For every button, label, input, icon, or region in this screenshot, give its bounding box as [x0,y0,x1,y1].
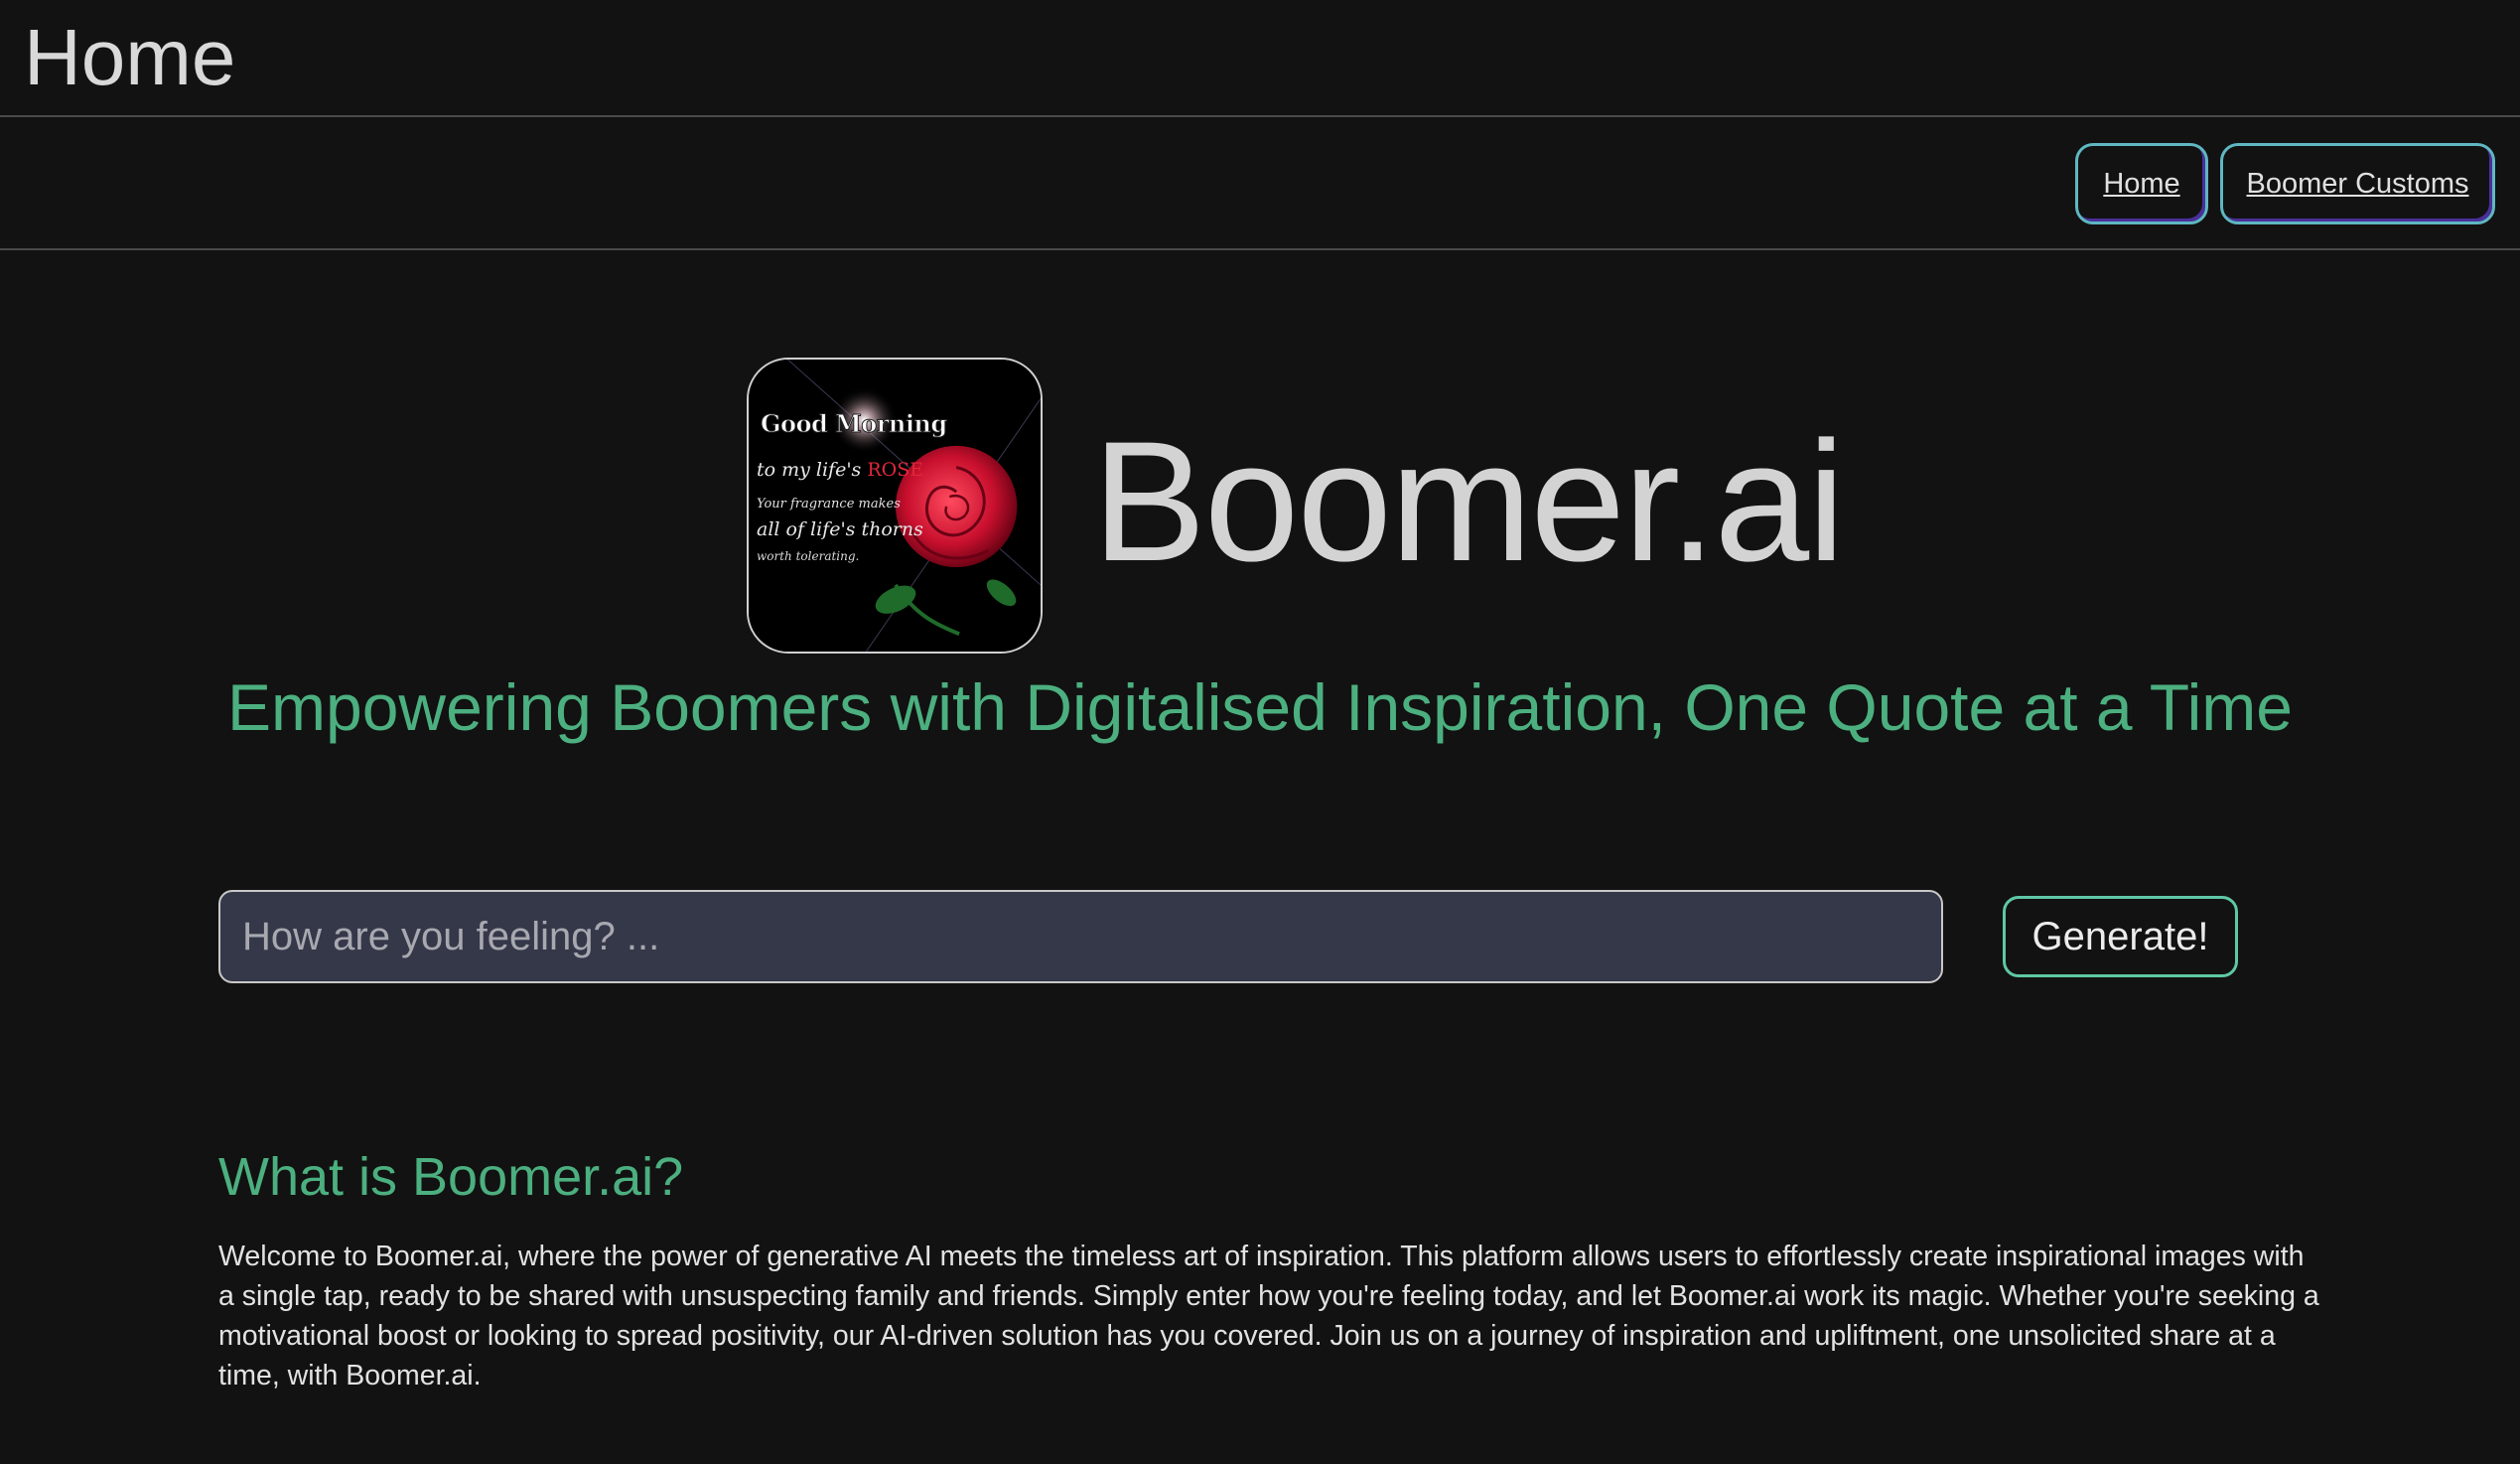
nav-bar: Home Boomer Customs [0,117,2520,250]
page-title: Home [24,13,236,101]
feeling-input[interactable] [218,890,1943,983]
brand-logo-image: Good Morning to my life's ROSE Your frag… [747,358,1043,654]
logo-text-good-morning: Good Morning [761,409,948,439]
nav-boomer-customs-button[interactable]: Boomer Customs [2220,143,2495,224]
top-header: Home [0,0,2520,117]
generate-button[interactable]: Generate! [2003,896,2238,977]
logo-text-line2: to my life's ROSE [757,459,923,481]
brand-name: Boomer.ai [1092,406,1845,597]
logo-text-line2a: to my life's [757,459,868,481]
about-heading: What is Boomer.ai? [218,1147,684,1207]
tagline: Empowering Boomers with Digitalised Insp… [227,670,2293,744]
nav-home-button[interactable]: Home [2075,143,2208,224]
logo-text-line4: all of life's thorns [757,518,923,540]
logo-text-rose: ROSE [867,459,924,481]
logo-text-line5: worth tolerating. [757,549,860,563]
logo-text-line3: Your fragrance makes [757,497,901,512]
about-body: Welcome to Boomer.ai, where the power of… [218,1241,2319,1391]
